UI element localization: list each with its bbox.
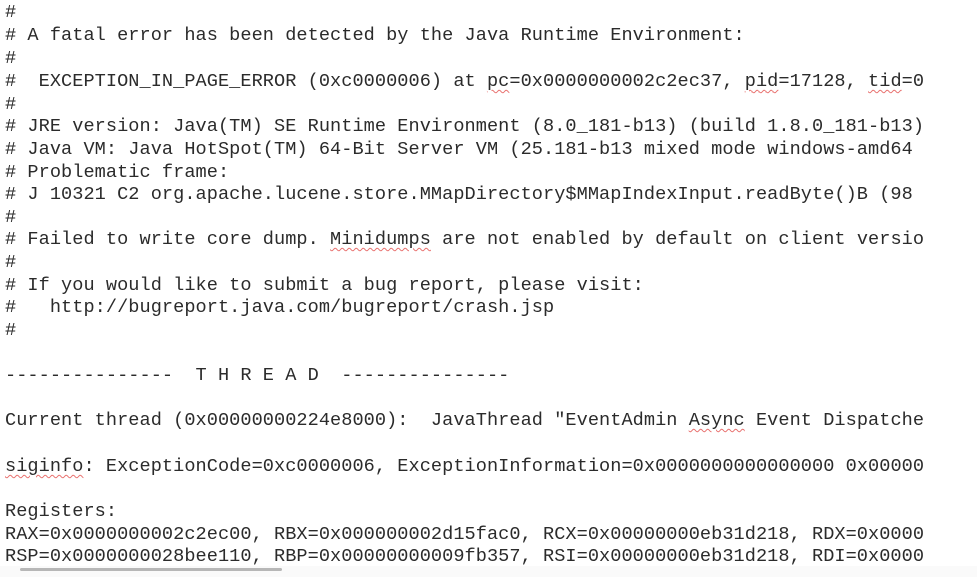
log-line: # EXCEPTION_IN_PAGE_ERROR (0xc0000006) a… (5, 71, 924, 93)
log-line: # Java VM: Java HotSpot(TM) 64-Bit Serve… (5, 139, 913, 161)
spellcheck-flagged-word: siginfo (5, 456, 84, 477)
log-text: # Failed to write core dump. (5, 229, 331, 250)
log-text: # (5, 48, 17, 69)
spellcheck-flagged-word: pid (744, 71, 779, 92)
crash-log-document[interactable]: # # A fatal error has been detected by th… (5, 0, 977, 577)
log-line: # J 10321 C2 org.apache.lucene.store.MMa… (5, 184, 913, 206)
spellcheck-flagged-word: pc (486, 71, 510, 92)
log-line: RSP=0x0000000028bee110, RBP=0x0000000000… (5, 546, 924, 568)
log-text: # Problematic frame: (5, 162, 230, 183)
log-text: # EXCEPTION_IN_PAGE_ERROR (0xc0000006) a… (5, 71, 487, 92)
log-line: # (5, 94, 16, 116)
log-line: # Failed to write core dump. Minidumps a… (5, 229, 924, 251)
log-line: # (5, 2, 16, 24)
log-text: # Java VM: Java HotSpot(TM) 64-Bit Serve… (5, 139, 913, 160)
log-line: # (5, 207, 16, 229)
log-text: # A fatal error has been detected by the… (5, 25, 745, 46)
log-text: # http://bugreport.java.com/bugreport/cr… (5, 297, 555, 318)
log-text: Current thread (0x00000000224e8000): Jav… (5, 410, 689, 431)
log-text: # JRE version: Java(TM) SE Runtime Envir… (5, 116, 925, 137)
log-text: =17128, (778, 71, 869, 92)
log-line: RAX=0x0000000002c2ec00, RBX=0x000000002d… (5, 524, 924, 546)
log-text: # If you would like to submit a bug repo… (5, 275, 644, 296)
spellcheck-flagged-word: tid (868, 71, 902, 92)
log-line: # (5, 320, 16, 342)
log-text: RAX=0x0000000002c2ec00, RBX=0x000000002d… (5, 524, 925, 545)
log-line: # JRE version: Java(TM) SE Runtime Envir… (5, 116, 924, 138)
log-text: Registers: (5, 501, 118, 522)
log-line: Registers: (5, 501, 117, 523)
log-text: # J 10321 C2 org.apache.lucene.store.MMa… (5, 184, 913, 205)
spellcheck-flagged-word: Async (688, 410, 745, 431)
log-text: Event Dispatche (744, 410, 925, 431)
log-text: : ExceptionCode=0xc0000006, ExceptionInf… (83, 456, 925, 477)
log-text: are not enabled by default on client ver… (430, 229, 925, 250)
log-text: # (5, 252, 17, 273)
log-line: # If you would like to submit a bug repo… (5, 275, 644, 297)
log-text: =0x0000000002c2ec37, (509, 71, 745, 92)
spellcheck-flagged-word: Minidumps (330, 229, 431, 250)
log-line: # (5, 252, 16, 274)
log-line: # A fatal error has been detected by the… (5, 25, 745, 47)
horizontal-scrollbar-thumb[interactable] (20, 568, 282, 571)
log-text: # (5, 94, 17, 115)
log-line: --------------- T H R E A D ------------… (5, 365, 509, 387)
log-line: Current thread (0x00000000224e8000): Jav… (5, 410, 924, 432)
log-line: # (5, 48, 16, 70)
log-text: # (5, 207, 17, 228)
log-text: =0 (901, 71, 925, 92)
log-text: # (5, 320, 17, 341)
log-text: RSP=0x0000000028bee110, RBP=0x0000000000… (5, 546, 925, 567)
log-line: # Problematic frame: (5, 162, 229, 184)
log-line: # http://bugreport.java.com/bugreport/cr… (5, 297, 554, 319)
log-text: --------------- T H R E A D ------------… (5, 365, 510, 386)
log-text: # (5, 2, 17, 23)
log-line: siginfo: ExceptionCode=0xc0000006, Excep… (5, 456, 924, 478)
